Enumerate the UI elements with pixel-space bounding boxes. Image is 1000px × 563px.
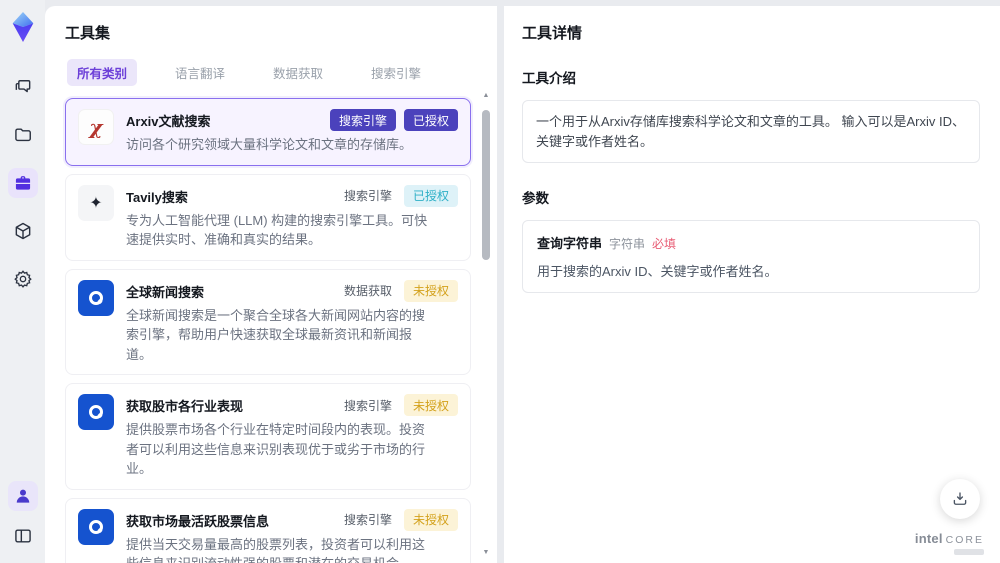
package-icon [15, 222, 30, 240]
sidebar-item-files[interactable] [8, 120, 38, 150]
sidebar-item-tools[interactable] [7, 168, 38, 198]
tool-description: 提供当天交易量最高的股票列表，投资者可以利用这些信息来识别流动性强的股票和潜在的… [126, 536, 426, 563]
app-logo-icon [12, 12, 33, 42]
category-badge: 搜索引擎 [343, 513, 392, 527]
tool-card[interactable]: 全球新闻搜索 数据获取 未授权 全球新闻搜索是一个聚合全球各大新闻网站内容的搜索… [65, 268, 471, 375]
category-badge: 搜索引擎 [329, 109, 396, 131]
tool-name: 获取股市各行业表现 [126, 399, 244, 414]
params-heading: 参数 [522, 191, 549, 206]
brand-intel-text: intel [914, 531, 943, 546]
user-icon [16, 489, 29, 503]
tool-card[interactable]: χ Arxiv文献搜索 搜索引擎 已授权 访问各个研究领域大量科学论文和文章的存… [65, 98, 471, 166]
sidebar-item-packages[interactable] [8, 216, 38, 246]
tool-description: 访问各个研究领域大量科学论文和文章的存储库。 [126, 137, 413, 152]
scrollbar-track[interactable] [482, 100, 490, 549]
tab-搜索引擎[interactable]: 搜索引擎 [361, 59, 431, 86]
param-description: 用于搜索的Arxiv ID、关键字或作者姓名。 [537, 264, 778, 279]
auth-status-badge: 已授权 [403, 184, 458, 207]
scrollbar-thumb[interactable] [482, 110, 490, 260]
auth-status-badge: 未授权 [403, 394, 458, 416]
auth-status-badge: 未授权 [403, 279, 458, 302]
left-sidebar [0, 0, 45, 563]
param-card: 查询字符串 字符串 必填 用于搜索的Arxiv ID、关键字或作者姓名。 [522, 220, 980, 293]
category-tabs: 所有类别 语言翻译 数据获取 搜索引擎 [67, 59, 471, 86]
category-badge: 数据获取 [343, 284, 392, 298]
tool-card[interactable]: 获取股市各行业表现 搜索引擎 未授权 提供股票市场各个行业在特定时间段内的表现。… [65, 383, 471, 490]
main-content: 工具集 所有类别 语言翻译 数据获取 搜索引擎 χ Arxiv文献搜索 搜索引擎 已授… [45, 6, 1000, 563]
scrollbar: ▲ ▼ [481, 92, 491, 557]
brand-sub-badge [954, 549, 984, 555]
category-badge: 搜索引擎 [343, 189, 392, 203]
chat-icon [15, 80, 30, 93]
intro-heading: 工具介绍 [522, 71, 576, 86]
download-button[interactable] [940, 479, 980, 519]
folder-icon [14, 128, 31, 142]
scroll-down-icon[interactable]: ▼ [483, 549, 490, 557]
tool-description: 全球新闻搜索是一个聚合全球各大新闻网站内容的搜索引擎，帮助用户快速获取全球最新资… [126, 307, 426, 362]
sidebar-item-user[interactable] [7, 481, 38, 511]
newsblue-icon [78, 394, 114, 430]
panel-divider [497, 6, 504, 563]
tool-name: Tavily搜索 [126, 189, 188, 205]
intro-text: 一个用于从Arxiv存储库搜索科学论文和文章的工具。 输入可以是Arxiv ID… [522, 100, 980, 163]
tool-card[interactable]: ✦ Tavily搜索 搜索引擎 已授权 专为人工智能代理 (LLM) 构建的搜索… [65, 173, 471, 261]
page-title: 工具集 [65, 25, 111, 42]
app-window: 工具集 所有类别 语言翻译 数据获取 搜索引擎 χ Arxiv文献搜索 搜索引擎 已授… [0, 0, 1000, 563]
brand-core-text: CORE [945, 534, 984, 546]
tab-数据获取[interactable]: 数据获取 [263, 59, 333, 86]
tavily-icon: ✦ [78, 184, 114, 221]
panel-toggle-icon [14, 529, 31, 543]
newsblue-icon [78, 279, 114, 316]
intel-core-logo: intel CORE [915, 531, 984, 557]
newsblue-icon [78, 508, 114, 545]
sidebar-item-chat[interactable] [8, 72, 38, 102]
tool-name: Arxiv文献搜索 [126, 114, 211, 129]
tool-list: χ Arxiv文献搜索 搜索引擎 已授权 访问各个研究领域大量科学论文和文章的存… [65, 98, 471, 563]
tab-语言翻译[interactable]: 语言翻译 [165, 59, 235, 86]
tool-list-panel: 工具集 所有类别 语言翻译 数据获取 搜索引擎 χ Arxiv文献搜索 搜索引擎 已授… [45, 6, 497, 563]
detail-title: 工具详情 [522, 25, 583, 42]
sidebar-item-settings[interactable] [8, 264, 38, 294]
toolbox-icon [15, 176, 30, 190]
sidebar-bottom [7, 481, 38, 551]
tool-description: 提供股票市场各个行业在特定时间段内的表现。投资者可以利用这些信息来识别表现优于或… [126, 422, 426, 476]
param-required-badge: 必填 [652, 237, 677, 251]
arxiv-icon: χ [78, 109, 114, 145]
tool-name: 获取市场最活跃股票信息 [126, 513, 270, 529]
tool-name: 全球新闻搜索 [126, 284, 205, 300]
auth-status-badge: 已授权 [403, 109, 458, 131]
param-name: 查询字符串 [537, 236, 603, 251]
settings-icon [13, 270, 32, 288]
tool-detail-panel: 工具详情 工具介绍 一个用于从Arxiv存储库搜索科学论文和文章的工具。 输入可… [504, 6, 1000, 563]
tool-description: 专为人工智能代理 (LLM) 构建的搜索引擎工具。可快速提供实时、准确和真实的结… [126, 212, 428, 248]
download-icon [953, 492, 967, 505]
tab-所有类别[interactable]: 所有类别 [67, 59, 138, 86]
scroll-up-icon[interactable]: ▲ [483, 92, 490, 100]
tool-card[interactable]: 获取市场最活跃股票信息 搜索引擎 未授权 提供当天交易量最高的股票列表，投资者可… [65, 497, 471, 563]
sidebar-nav [7, 72, 38, 294]
sidebar-item-panel-toggle[interactable] [8, 521, 38, 551]
category-badge: 搜索引擎 [343, 398, 392, 413]
param-type: 字符串 [609, 237, 646, 251]
auth-status-badge: 未授权 [403, 508, 458, 531]
